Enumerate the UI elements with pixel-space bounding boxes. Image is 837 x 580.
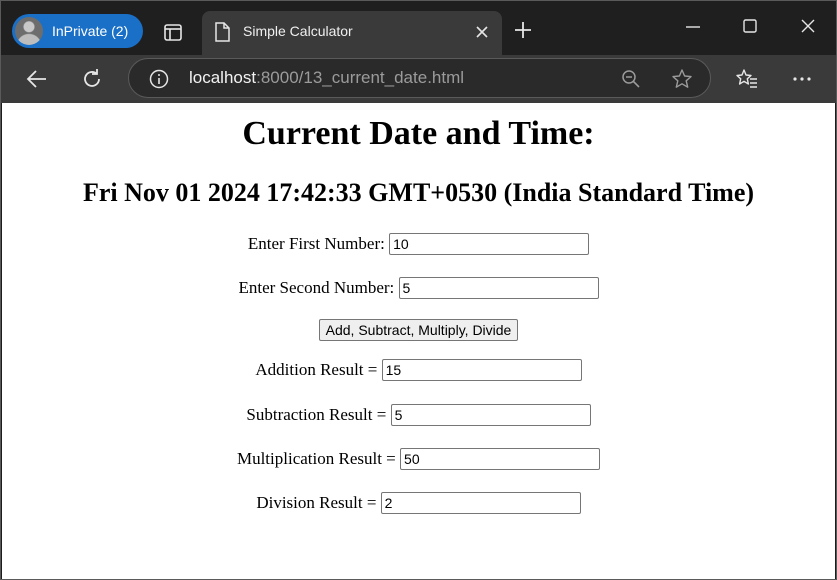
first-number-label: Enter First Number: — [247, 234, 385, 254]
profile-label: InPrivate (2) — [52, 23, 129, 39]
refresh-icon[interactable] — [80, 67, 104, 91]
tab-bar: InPrivate (2) Simple Calculator — [1, 1, 836, 55]
minimize-icon[interactable] — [685, 17, 701, 37]
back-icon[interactable] — [25, 67, 49, 91]
url-text[interactable]: localhost:8000/13_current_date.html — [189, 68, 464, 88]
division-label: Division Result = — [256, 493, 377, 513]
first-number-row: Enter First Number: — [2, 233, 835, 256]
subtraction-row: Subtraction Result = — [2, 404, 835, 427]
address-bar[interactable]: localhost:8000/13_current_date.html — [128, 58, 711, 98]
current-datetime: Fri Nov 01 2024 17:42:33 GMT+0530 (India… — [82, 178, 755, 207]
page-content: Current Date and Time: Fri Nov 01 2024 1… — [2, 103, 835, 579]
site-info-icon[interactable] — [149, 69, 169, 89]
new-tab-icon[interactable] — [513, 20, 533, 40]
favorites-icon[interactable] — [735, 67, 759, 91]
subtraction-label: Subtraction Result = — [246, 405, 387, 425]
second-number-row: Enter Second Number: — [2, 277, 835, 300]
inprivate-profile-button[interactable]: InPrivate (2) — [12, 14, 143, 48]
multiplication-result-input[interactable] — [400, 448, 601, 471]
maximize-icon[interactable] — [742, 17, 758, 37]
zoom-out-icon[interactable] — [621, 69, 641, 89]
multiplication-row: Multiplication Result = — [2, 448, 835, 471]
toolbar: localhost:8000/13_current_date.html — [1, 55, 836, 103]
second-number-label: Enter Second Number: — [238, 278, 395, 298]
addition-row: Addition Result = — [2, 359, 835, 382]
addition-result-input[interactable] — [381, 359, 582, 382]
division-row: Division Result = — [2, 492, 835, 515]
browser-window: InPrivate (2) Simple Calculator localhos… — [0, 0, 837, 580]
subtraction-result-input[interactable] — [390, 404, 591, 427]
close-window-icon[interactable] — [800, 17, 816, 37]
calc-button-row: Add, Subtract, Multiply, Divide — [2, 319, 835, 341]
addition-label: Addition Result = — [255, 360, 378, 380]
tab-actions-icon[interactable] — [159, 18, 187, 46]
page-title: Current Date and Time: — [242, 115, 595, 152]
calculate-button[interactable]: Add, Subtract, Multiply, Divide — [318, 319, 519, 341]
close-tab-icon[interactable] — [474, 24, 490, 40]
avatar — [15, 17, 43, 45]
tab-simple-calculator[interactable]: Simple Calculator — [202, 11, 502, 55]
multiplication-label: Multiplication Result = — [236, 449, 396, 469]
page-icon — [215, 22, 230, 42]
tab-title: Simple Calculator — [243, 23, 353, 39]
first-number-input[interactable] — [389, 233, 590, 256]
more-options-icon[interactable] — [790, 67, 814, 91]
division-result-input[interactable] — [380, 492, 581, 515]
favorite-star-icon[interactable] — [671, 68, 693, 90]
second-number-input[interactable] — [398, 277, 599, 300]
